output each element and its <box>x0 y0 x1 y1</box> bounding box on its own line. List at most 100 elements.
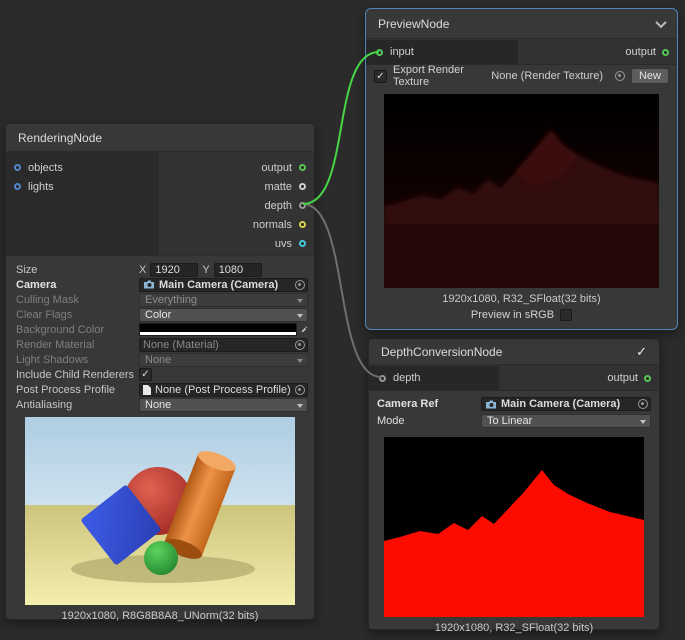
document-icon <box>143 385 151 395</box>
export-render-texture-row: ✓ Export Render Texture None (Render Tex… <box>366 65 677 87</box>
include-child-renderers-checkbox[interactable]: ✓ <box>139 368 152 381</box>
port-lights-label: lights <box>28 181 54 193</box>
object-picker-icon[interactable] <box>638 399 648 409</box>
port-output[interactable]: output <box>159 158 314 177</box>
depth-foreground <box>384 224 659 288</box>
rendering-node-ports: objects lights output matte depth <box>6 152 314 256</box>
scene-green-sphere <box>144 541 178 575</box>
node-rendering[interactable]: RenderingNode objects lights output <box>5 123 315 620</box>
object-picker-icon[interactable] <box>295 385 305 395</box>
render-material-label: Render Material <box>12 339 139 351</box>
color-swatch-main <box>140 324 296 332</box>
rendering-preview-image <box>25 417 295 605</box>
port-output-label: output <box>261 162 292 174</box>
preview-in-srgb-row: Preview in sRGB <box>366 309 677 321</box>
depth-conversion-properties: Camera Ref Main Camera (Camera) Mode To … <box>369 391 659 429</box>
camera-label: Camera <box>12 279 139 291</box>
objects-port-icon[interactable] <box>14 164 21 171</box>
preview-in-srgb-label: Preview in sRGB <box>471 309 554 321</box>
light-shadows-dropdown[interactable]: None <box>139 353 308 367</box>
linear-depth-preview-image <box>384 437 644 617</box>
object-picker-icon[interactable] <box>615 71 625 81</box>
input-port-icon[interactable] <box>376 49 383 56</box>
size-x-label: X <box>139 264 146 276</box>
color-swatch-alpha-bar <box>140 332 296 335</box>
post-process-profile-label: Post Process Profile <box>12 384 139 396</box>
port-uvs[interactable]: uvs <box>159 234 314 253</box>
depth-conversion-io-row: depth output <box>369 365 659 391</box>
antialiasing-dropdown[interactable]: None <box>139 398 308 412</box>
port-output[interactable]: output <box>625 39 669 65</box>
camera-field-value: Main Camera (Camera) <box>159 279 278 291</box>
render-material-object-field[interactable]: None (Material) <box>139 338 308 352</box>
rendering-node-properties: Size X 1920 Y 1080 Camera Main Camera (C… <box>6 256 314 414</box>
node-depth-conversion[interactable]: DepthConversionNode ✓ depth output Camer… <box>368 338 660 630</box>
background-color-swatch[interactable] <box>139 323 297 336</box>
uvs-port-icon[interactable] <box>299 240 306 247</box>
property-row-light-shadows: Light Shadows None <box>12 352 308 367</box>
port-depth-input-label: depth <box>393 372 421 384</box>
preview-in-srgb-checkbox[interactable] <box>560 309 572 321</box>
property-row-camera-ref: Camera Ref Main Camera (Camera) <box>377 396 651 412</box>
camera-ref-value: Main Camera (Camera) <box>501 398 620 410</box>
node-preview[interactable]: PreviewNode input output ✓ Export Render… <box>365 8 678 330</box>
size-x-field[interactable]: 1920 <box>150 263 198 277</box>
depth-port-icon[interactable] <box>299 202 306 209</box>
property-row-mode: Mode To Linear <box>377 413 651 429</box>
preview-node-header[interactable]: PreviewNode <box>366 9 677 39</box>
normals-port-icon[interactable] <box>299 221 306 228</box>
output-port-icon[interactable] <box>662 49 669 56</box>
port-output-label: output <box>625 46 656 58</box>
matte-port-icon[interactable] <box>299 183 306 190</box>
export-render-texture-label: Export Render Texture <box>393 64 477 88</box>
port-output[interactable]: output <box>607 365 651 391</box>
port-normals-label: normals <box>253 219 292 231</box>
new-render-texture-button[interactable]: New <box>631 68 669 84</box>
depth-conversion-node-header[interactable]: DepthConversionNode ✓ <box>369 339 659 365</box>
port-normals[interactable]: normals <box>159 215 314 234</box>
node-enabled-checkbox[interactable]: ✓ <box>636 344 647 360</box>
port-matte-label: matte <box>264 181 292 193</box>
port-matte[interactable]: matte <box>159 177 314 196</box>
post-process-profile-object-field[interactable]: None (Post Process Profile) <box>139 383 308 397</box>
property-row-include-child-renderers: Include Child Renderers ✓ <box>12 367 308 382</box>
background-color-label: Background Color <box>12 324 139 336</box>
rendering-preview-caption: 1920x1080, R8G8B8A8_UNorm(32 bits) <box>6 610 314 622</box>
camera-object-field[interactable]: Main Camera (Camera) <box>139 278 308 292</box>
port-lights[interactable]: lights <box>6 177 159 196</box>
camera-ref-object-field[interactable]: Main Camera (Camera) <box>481 397 651 411</box>
output-port-icon[interactable] <box>644 375 651 382</box>
lights-port-icon[interactable] <box>14 183 21 190</box>
object-picker-icon[interactable] <box>295 280 305 290</box>
port-depth-input[interactable]: depth <box>369 366 499 390</box>
port-input[interactable]: input <box>366 40 518 64</box>
clear-flags-label: Clear Flags <box>12 309 139 321</box>
clear-flags-dropdown[interactable]: Color <box>139 308 308 322</box>
export-render-texture-checkbox[interactable]: ✓ <box>374 70 387 83</box>
size-y-field[interactable]: 1080 <box>214 263 262 277</box>
mode-dropdown[interactable]: To Linear <box>481 414 651 428</box>
node-graph-canvas[interactable]: RenderingNode objects lights output <box>0 0 685 640</box>
export-render-texture-value[interactable]: None (Render Texture) <box>491 70 603 82</box>
port-depth[interactable]: depth <box>159 196 314 215</box>
output-port-icon[interactable] <box>299 164 306 171</box>
property-row-culling-mask: Culling Mask Everything <box>12 292 308 307</box>
property-row-background-color: Background Color <box>12 322 308 337</box>
rendering-node-title: RenderingNode <box>18 131 302 145</box>
object-picker-icon[interactable] <box>295 340 305 350</box>
culling-mask-dropdown[interactable]: Everything <box>139 293 308 307</box>
culling-mask-label: Culling Mask <box>12 294 139 306</box>
port-objects[interactable]: objects <box>6 158 159 177</box>
camera-icon <box>143 280 155 289</box>
depth-conversion-node-title: DepthConversionNode <box>381 345 636 359</box>
eyedropper-icon[interactable] <box>301 324 308 335</box>
rendering-node-header[interactable]: RenderingNode <box>6 124 314 152</box>
port-uvs-label: uvs <box>275 238 292 250</box>
property-row-render-material: Render Material None (Material) <box>12 337 308 352</box>
depth-input-port-icon[interactable] <box>379 375 386 382</box>
property-row-antialiasing: Antialiasing None <box>12 397 308 412</box>
preview-node-io-row: input output <box>366 39 677 65</box>
chevron-down-icon[interactable] <box>655 16 666 27</box>
depth-preview-image <box>384 94 659 288</box>
rendering-node-inputs: objects lights <box>6 152 159 255</box>
